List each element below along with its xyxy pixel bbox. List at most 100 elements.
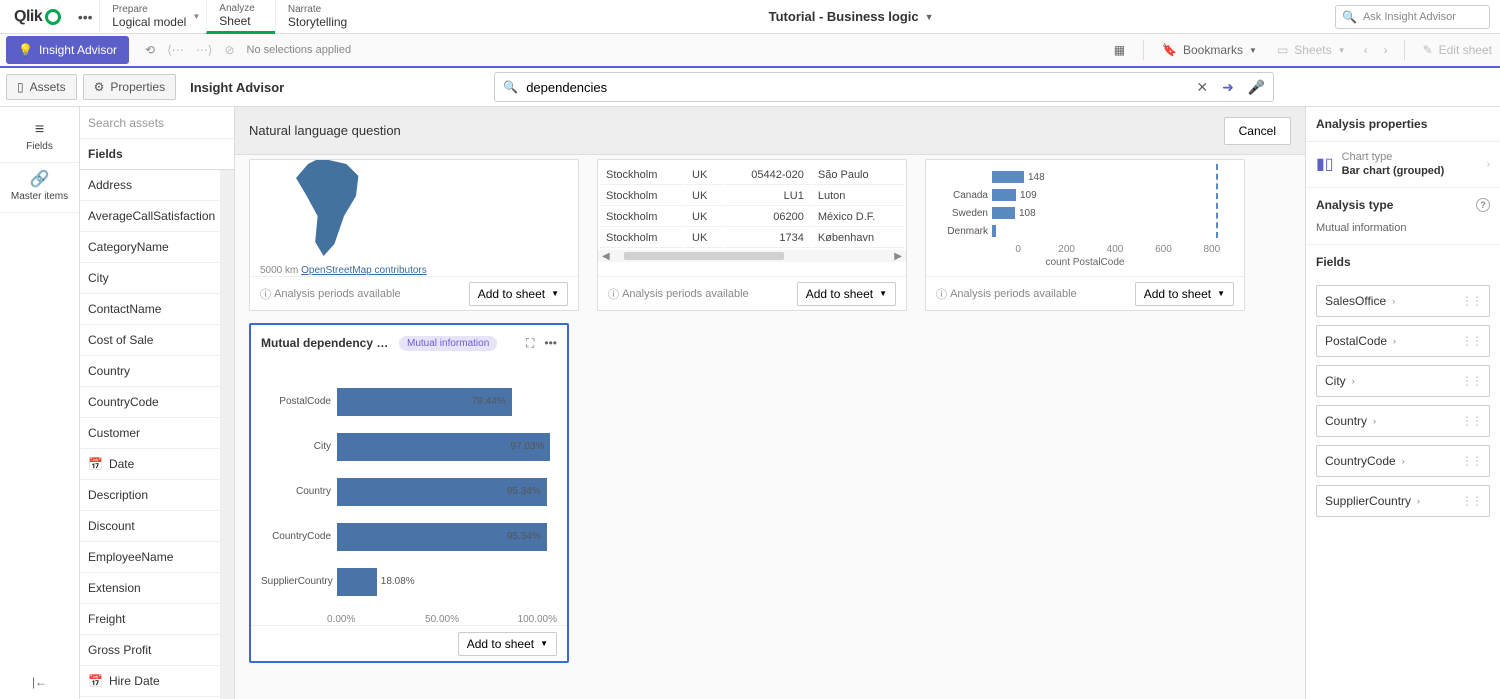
- help-icon[interactable]: ?: [1476, 198, 1490, 212]
- link-icon: 🔗: [0, 169, 79, 189]
- rail-label: Master items: [11, 191, 68, 202]
- add-to-sheet-button[interactable]: Add to sheet▼: [458, 632, 557, 656]
- pencil-icon: ✎: [1423, 43, 1433, 57]
- nav-tab-prepare[interactable]: Prepare Logical model ▼: [99, 0, 206, 34]
- table-row: StockholmUK1734København: [600, 229, 904, 248]
- table-row: StockholmUKLU1Luton: [600, 187, 904, 206]
- chevron-down-icon[interactable]: ▼: [925, 12, 934, 22]
- search-box[interactable]: 🔍 ✕ ➜ 🎤: [494, 72, 1274, 102]
- chart-type-button[interactable]: ▮▯ Chart type Bar chart (grouped) ›: [1306, 142, 1500, 188]
- gear-icon: ⚙: [94, 80, 105, 94]
- props-field-postalcode[interactable]: PostalCode›⋮⋮: [1316, 325, 1490, 357]
- step-fwd-icon[interactable]: ⋯⟩: [196, 43, 213, 57]
- insight-advisor-button[interactable]: 💡 Insight Advisor: [6, 36, 129, 64]
- field-countrycode[interactable]: CountryCode: [80, 387, 220, 418]
- props-field-city[interactable]: City›⋮⋮: [1316, 365, 1490, 397]
- field-avgcallsat[interactable]: AverageCallSatisfaction: [80, 201, 220, 232]
- sheets-icon: ▭: [1277, 43, 1288, 57]
- field-extension[interactable]: Extension: [80, 573, 220, 604]
- props-field-salesoffice[interactable]: SalesOffice›⋮⋮: [1316, 285, 1490, 317]
- edit-sheet-button[interactable]: ✎ Edit sheet: [1415, 43, 1500, 57]
- expand-icon[interactable]: ⛶: [526, 336, 534, 351]
- scroll-thumb[interactable]: [624, 252, 784, 260]
- table-h-scrollbar[interactable]: ◀ ▶: [598, 250, 906, 262]
- bulb-icon: 💡: [18, 43, 33, 57]
- ask-insight-input[interactable]: 🔍 Ask Insight Advisor: [1335, 5, 1490, 29]
- field-list[interactable]: Address AverageCallSatisfaction Category…: [80, 170, 220, 699]
- nav-tab-narrate[interactable]: Narrate Storytelling: [275, 0, 367, 34]
- sheets-label: Sheets: [1294, 43, 1331, 57]
- chart-bar-row: CountryCode95.34%: [261, 514, 557, 559]
- props-field-country[interactable]: Country›⋮⋮: [1316, 405, 1490, 437]
- more-icon[interactable]: •••: [544, 336, 557, 351]
- add-to-sheet-button[interactable]: Add to sheet▼: [797, 282, 896, 306]
- field-city[interactable]: City: [80, 263, 220, 294]
- panel-icon: ▯: [17, 80, 24, 94]
- card-mutual-dependency[interactable]: Mutual dependency bet… Mutual informatio…: [249, 323, 569, 663]
- submit-arrow-icon[interactable]: ➜: [1222, 79, 1234, 96]
- scroll-right-icon[interactable]: ▶: [890, 251, 906, 262]
- next-sheet-button[interactable]: ›: [1378, 43, 1394, 57]
- search-assets-input[interactable]: Search assets: [80, 107, 234, 139]
- add-to-sheet-button[interactable]: Add to sheet▼: [469, 282, 568, 306]
- chevron-down-icon: ▼: [879, 289, 887, 298]
- assets-label: Assets: [30, 80, 66, 94]
- field-freight[interactable]: Freight: [80, 604, 220, 635]
- clear-icon[interactable]: ✕: [1196, 79, 1208, 96]
- props-field-countrycode[interactable]: CountryCode›⋮⋮: [1316, 445, 1490, 477]
- assets-button[interactable]: ▯ Assets: [6, 74, 77, 100]
- field-discount[interactable]: Discount: [80, 511, 220, 542]
- smart-select-icon[interactable]: ⟲: [145, 43, 155, 57]
- database-icon: ≡: [0, 121, 79, 139]
- field-grossprofit[interactable]: Gross Profit: [80, 635, 220, 666]
- no-selections-text: No selections applied: [247, 44, 352, 56]
- props-field-suppliercountry[interactable]: SupplierCountry›⋮⋮: [1316, 485, 1490, 517]
- scroll-left-icon[interactable]: ◀: [598, 251, 614, 262]
- more-menu-button[interactable]: •••: [71, 3, 99, 31]
- search-assets-placeholder: Search assets: [88, 116, 164, 130]
- add-to-sheet-button[interactable]: Add to sheet▼: [1135, 282, 1234, 306]
- insight-advisor-title: Insight Advisor: [190, 80, 284, 95]
- chevron-down-icon: ▼: [1249, 46, 1257, 55]
- chevron-down-icon[interactable]: ▼: [192, 12, 200, 21]
- nav-tab-analyze[interactable]: Analyze Sheet: [206, 0, 275, 34]
- field-customer[interactable]: Customer: [80, 418, 220, 449]
- grid-icon[interactable]: ▦: [1106, 43, 1133, 57]
- field-contactname[interactable]: ContactName: [80, 294, 220, 325]
- bookmarks-button[interactable]: 🔖 Bookmarks ▼: [1154, 43, 1265, 57]
- chevron-right-icon: ›: [1487, 159, 1490, 170]
- card-table[interactable]: StockholmUK05442-020São Paulo StockholmU…: [597, 159, 907, 311]
- field-hiredate[interactable]: 📅Hire Date: [80, 666, 220, 697]
- info-icon: ⓘ: [260, 286, 271, 302]
- fields-scrollbar[interactable]: [220, 170, 234, 699]
- field-date[interactable]: 📅Date: [80, 449, 220, 480]
- card-map[interactable]: 5000 km OpenStreetMap contributors ⓘ Ana…: [249, 159, 579, 311]
- logo[interactable]: Qlik: [0, 8, 71, 26]
- mic-icon[interactable]: 🎤: [1248, 79, 1265, 96]
- properties-button[interactable]: ⚙ Properties: [83, 74, 176, 100]
- table-row: StockholmUK05442-020São Paulo: [600, 166, 904, 185]
- sheets-button[interactable]: ▭ Sheets ▼: [1269, 43, 1354, 57]
- clear-sel-icon[interactable]: ⊘: [224, 43, 234, 57]
- logo-text: Qlik: [14, 8, 42, 26]
- rail-fields[interactable]: ≡ Fields: [0, 115, 79, 163]
- field-employeename[interactable]: EmployeeName: [80, 542, 220, 573]
- search-input[interactable]: [526, 80, 1188, 95]
- field-categoryname[interactable]: CategoryName: [80, 232, 220, 263]
- collapse-rail-button[interactable]: |←: [22, 665, 57, 699]
- analysis-type-value: Mutual information: [1306, 222, 1500, 245]
- field-costofsale[interactable]: Cost of Sale: [80, 325, 220, 356]
- calendar-icon: 📅: [88, 674, 103, 688]
- step-back-icon[interactable]: ⟨⋯: [167, 43, 184, 57]
- reference-line: [1216, 164, 1218, 238]
- field-country[interactable]: Country: [80, 356, 220, 387]
- search-icon: 🔍: [503, 80, 518, 94]
- cancel-button[interactable]: Cancel: [1224, 117, 1291, 145]
- prev-sheet-button[interactable]: ‹: [1358, 43, 1374, 57]
- nav-tab-bottom: Sheet: [219, 14, 255, 28]
- card-minibar[interactable]: 148 Canada109 Sweden108 Denmark 0 200 40…: [925, 159, 1245, 311]
- field-address[interactable]: Address: [80, 170, 220, 201]
- rail-master-items[interactable]: 🔗 Master items: [0, 163, 79, 213]
- field-description[interactable]: Description: [80, 480, 220, 511]
- chevron-down-icon: ▼: [1217, 289, 1225, 298]
